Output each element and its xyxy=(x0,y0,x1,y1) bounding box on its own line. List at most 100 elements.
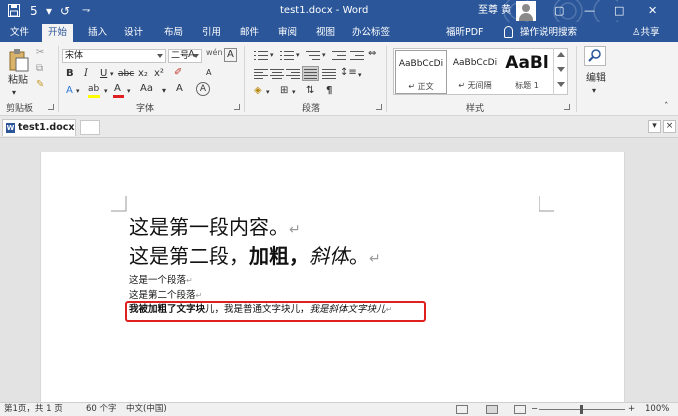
gallery-more-icon[interactable] xyxy=(557,82,565,87)
bullets-icon[interactable] xyxy=(254,50,268,61)
font-color-button[interactable]: A xyxy=(114,82,121,96)
new-tab-button[interactable] xyxy=(80,120,100,135)
shrink-font-button[interactable]: A xyxy=(206,66,211,80)
gallery-up-icon[interactable] xyxy=(557,52,565,57)
paragraph-launcher-icon[interactable] xyxy=(376,104,382,110)
numbering-dropdown-icon[interactable]: ▾ xyxy=(296,48,300,62)
bold-button[interactable]: B xyxy=(66,67,74,81)
paragraph-2[interactable]: 这是第二段，加粗，斜体。↵ xyxy=(129,243,381,272)
change-case-dropdown-icon[interactable]: ▾ xyxy=(162,84,166,98)
word-count[interactable]: 60 个字 xyxy=(86,403,117,416)
maximize-icon[interactable]: □ xyxy=(614,3,624,19)
zoom-out-button[interactable]: − xyxy=(531,403,538,416)
change-case-button[interactable]: Aa xyxy=(140,82,153,96)
customize-toolbar-icon[interactable]: ⇁ xyxy=(82,3,90,19)
document-page[interactable]: 这是第一段内容。↵ 这是第二段，加粗，斜体。↵ 这是一个段落↵ 这是第二个段落↵… xyxy=(40,152,625,412)
tab-insert[interactable]: 插入 xyxy=(88,26,107,39)
web-layout-icon[interactable] xyxy=(514,405,526,414)
multilevel-list-icon[interactable] xyxy=(306,50,320,61)
style-no-spacing[interactable]: AaBbCcDi ↵ 无间隔 xyxy=(449,50,501,94)
decrease-indent-icon[interactable] xyxy=(332,50,346,61)
text-effects-dropdown-icon[interactable]: ▾ xyxy=(76,84,80,98)
line-spacing-dropdown-icon[interactable]: ▾ xyxy=(358,68,362,82)
zoom-level[interactable]: 100% xyxy=(645,403,669,416)
increase-indent-icon[interactable] xyxy=(350,50,364,61)
numbering-icon[interactable] xyxy=(280,50,294,61)
gallery-down-icon[interactable] xyxy=(557,67,565,72)
read-mode-icon[interactable] xyxy=(456,405,468,414)
paste-icon[interactable] xyxy=(8,48,30,72)
show-marks-icon[interactable]: ¶ xyxy=(326,84,332,98)
shading-dropdown-icon[interactable]: ▾ xyxy=(266,85,270,99)
document-tab[interactable]: W test1.docx xyxy=(2,119,76,136)
grow-font-button[interactable]: A xyxy=(188,48,195,62)
cut-icon[interactable]: ✂ xyxy=(36,46,44,60)
tab-foxit-pdf[interactable]: 福昕PDF xyxy=(446,26,484,39)
superscript-button[interactable]: x² xyxy=(154,67,164,81)
tab-references[interactable]: 引用 xyxy=(202,26,221,39)
subscript-button[interactable]: x₂ xyxy=(138,67,148,81)
italic-button[interactable]: I xyxy=(84,67,88,81)
undo-icon[interactable]: 5 xyxy=(30,3,38,19)
align-center-icon[interactable] xyxy=(270,68,284,79)
phonetic-guide-icon[interactable]: wén xyxy=(206,46,223,60)
styles-launcher-icon[interactable] xyxy=(564,104,570,110)
paste-button[interactable]: 粘贴 xyxy=(8,74,28,88)
tab-list-dropdown-icon[interactable]: ▾ xyxy=(648,120,661,133)
page-count[interactable]: 第1页，共 1 页 xyxy=(4,403,63,416)
redo-icon[interactable]: ↺ xyxy=(60,3,70,19)
tab-design[interactable]: 设计 xyxy=(124,26,143,39)
tab-layout[interactable]: 布局 xyxy=(164,26,183,39)
paragraph-3[interactable]: 这是一个段落↵ xyxy=(129,274,193,287)
share-button[interactable]: ♙共享 xyxy=(632,26,660,39)
save-icon[interactable] xyxy=(8,4,20,17)
bullets-dropdown-icon[interactable]: ▾ xyxy=(270,48,274,62)
distributed-icon[interactable] xyxy=(322,68,336,79)
tab-mailings[interactable]: 邮件 xyxy=(240,26,259,39)
tab-review[interactable]: 审阅 xyxy=(278,26,297,39)
align-right-icon[interactable] xyxy=(286,68,300,79)
highlight-button[interactable]: ab xyxy=(88,82,99,96)
styles-gallery-scroll[interactable] xyxy=(553,48,567,95)
align-left-icon[interactable] xyxy=(254,68,268,79)
print-layout-icon[interactable] xyxy=(486,405,498,414)
borders-icon[interactable]: ⊞ xyxy=(280,84,288,98)
find-button[interactable] xyxy=(584,46,606,66)
enclose-characters-icon[interactable]: A xyxy=(224,48,237,62)
tab-home[interactable]: 开始 xyxy=(42,24,74,42)
underline-dropdown-icon[interactable]: ▾ xyxy=(110,67,114,81)
character-shading-icon[interactable]: A xyxy=(176,82,183,96)
font-size-select[interactable]: 二号 xyxy=(168,49,202,63)
minimize-icon[interactable]: — xyxy=(584,3,595,19)
chinese-layout-icon[interactable]: ⇔ xyxy=(368,47,376,61)
clipboard-launcher-icon[interactable] xyxy=(48,104,54,110)
highlight-dropdown-icon[interactable]: ▾ xyxy=(104,84,108,98)
user-name[interactable]: 至尊 黄 xyxy=(478,4,511,18)
text-effects-button[interactable]: A xyxy=(66,84,73,98)
copy-icon[interactable]: ⧉ xyxy=(36,62,43,76)
avatar[interactable] xyxy=(516,1,536,21)
collapse-ribbon-icon[interactable]: ˆ xyxy=(664,100,669,114)
format-painter-icon[interactable]: ✎ xyxy=(36,78,44,92)
style-normal[interactable]: AaBbCcDi ↵ 正文 xyxy=(395,50,447,94)
font-launcher-icon[interactable] xyxy=(234,104,240,110)
strikethrough-button[interactable]: abc xyxy=(118,67,134,81)
shading-icon[interactable]: ◈ xyxy=(254,84,262,98)
language-status[interactable]: 中文(中国) xyxy=(126,403,167,416)
underline-button[interactable]: U xyxy=(100,67,107,81)
paragraph-1[interactable]: 这是第一段内容。↵ xyxy=(129,214,301,243)
font-name-select[interactable]: 宋体 xyxy=(62,49,166,63)
tab-file[interactable]: 文件 xyxy=(10,26,29,39)
tab-close-icon[interactable]: × xyxy=(663,120,676,133)
ribbon-display-icon[interactable]: ▢ xyxy=(554,3,564,19)
font-color-dropdown-icon[interactable]: ▾ xyxy=(127,84,131,98)
tab-office-tab[interactable]: 办公标签 xyxy=(352,26,390,39)
enclose-circle-icon[interactable]: A xyxy=(196,82,210,96)
zoom-slider-thumb[interactable] xyxy=(580,405,583,414)
multilevel-dropdown-icon[interactable]: ▾ xyxy=(322,48,326,62)
tell-me-search[interactable]: 操作说明搜索 xyxy=(520,26,577,39)
editing-dropdown-icon[interactable]: ▾ xyxy=(592,84,596,98)
sort-icon[interactable]: ⇅ xyxy=(306,84,314,98)
undo-dropdown-icon[interactable]: ▾ xyxy=(46,3,52,19)
zoom-in-button[interactable]: + xyxy=(628,403,635,416)
